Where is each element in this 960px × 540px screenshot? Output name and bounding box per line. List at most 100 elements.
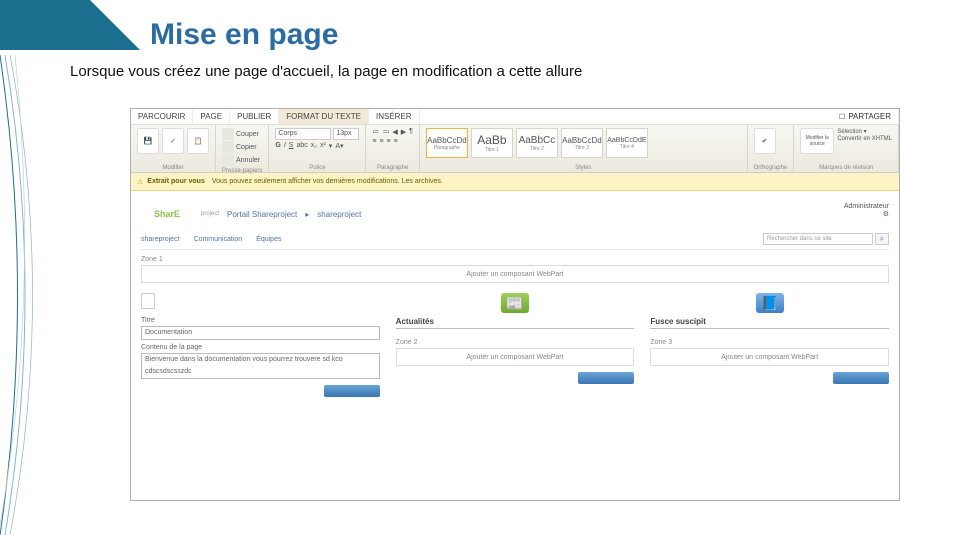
- content-field-label: Contenu de la page: [141, 344, 380, 351]
- edit-source-button[interactable]: Modifier la source: [800, 128, 834, 154]
- group-label-styles: Styles: [426, 163, 741, 171]
- column-right: 📘 Fusce suscipit Zone 3 Ajouter un compo…: [650, 293, 889, 397]
- slide-body-text: Lorsque vous créez une page d'accueil, l…: [70, 63, 582, 80]
- convert-xhtml-button[interactable]: Convertir en XHTML: [837, 136, 892, 142]
- site-navbar: shareproject Communication Équipes Reche…: [141, 229, 889, 250]
- save-button[interactable]: 💾: [137, 128, 159, 154]
- bullets-button[interactable]: ≔: [372, 128, 379, 136]
- settings-icon[interactable]: ⚙: [883, 211, 889, 218]
- search-input[interactable]: Rechercher dans ce site: [763, 233, 873, 245]
- cut-icon[interactable]: [222, 128, 234, 140]
- tab-parcourir[interactable]: PARCOURIR: [131, 109, 193, 124]
- ribbon-group-paragraph: ≔ ≕ ◀ ▶ ¶ ≡ ≡ ≡ ≡ Paragraphe: [366, 125, 420, 172]
- slide-title: Mise en page: [150, 18, 338, 52]
- nav-communication[interactable]: Communication: [194, 236, 243, 243]
- cut-label: Couper: [236, 131, 259, 138]
- ltr-button[interactable]: ¶: [409, 128, 413, 136]
- search-button[interactable]: ⌕: [875, 233, 889, 245]
- group-label-font: Police: [275, 163, 359, 171]
- breadcrumb-sep: ▸: [305, 210, 309, 219]
- bold-button[interactable]: G: [275, 142, 280, 150]
- checkin-button[interactable]: ✓: [162, 128, 184, 154]
- strike-button[interactable]: abc: [296, 142, 307, 150]
- ribbon-group-font: Corps 13px G I S abc x₂ x² ▾ A▾ Police: [269, 125, 366, 172]
- notif-bold: Extrait pour vous: [147, 178, 205, 185]
- group-label-clipboard: Presse-papiers: [222, 166, 262, 174]
- numbering-button[interactable]: ≕: [382, 128, 389, 136]
- ribbon-group-clipboard: Couper Copier Annuler Presse-papiers: [216, 125, 269, 172]
- zone1-label: Zone 1: [141, 256, 889, 263]
- fusce-title: Fusce suscipit: [650, 317, 889, 329]
- zone2-add-webpart[interactable]: Ajouter un composant WebPart: [396, 348, 635, 366]
- font-family-select[interactable]: Corps: [275, 128, 331, 140]
- actualites-title: Actualités: [396, 317, 635, 329]
- style-titre1[interactable]: AaBbTitre 1: [471, 128, 513, 158]
- ribbon-body: 💾 ✓ 📋 Modifier Couper Copier Annuler Pre…: [131, 125, 899, 173]
- style-titre3[interactable]: AaBbCcDdTitre 3: [561, 128, 603, 158]
- style-titre2[interactable]: AaBbCcTitre 2: [516, 128, 558, 158]
- checkout-notification: Extrait pour vous Vous pouvez seulement …: [131, 173, 899, 191]
- right-submit-button[interactable]: [833, 372, 889, 384]
- justify-button[interactable]: ≡: [394, 138, 398, 145]
- highlight-button[interactable]: ▾: [329, 142, 333, 150]
- undo-icon[interactable]: [222, 154, 234, 166]
- align-left-button[interactable]: ≡: [372, 138, 376, 145]
- paste-button[interactable]: 📋: [187, 128, 209, 154]
- zone3-label: Zone 3: [650, 339, 889, 346]
- selection-dropdown[interactable]: Sélection ▾: [837, 128, 892, 135]
- actualites-icon: 📰: [501, 293, 529, 313]
- indent-button[interactable]: ▶: [401, 128, 406, 136]
- align-center-button[interactable]: ≡: [379, 138, 383, 145]
- copy-icon[interactable]: [222, 141, 234, 153]
- ribbon-group-spell: ✔ Orthographe: [748, 125, 795, 172]
- spellcheck-button[interactable]: ✔: [754, 128, 776, 154]
- nav-equipes[interactable]: Équipes: [256, 236, 281, 243]
- color-button[interactable]: A▾: [335, 142, 343, 150]
- outdent-button[interactable]: ◀: [392, 128, 397, 136]
- zone2-label: Zone 2: [396, 339, 635, 346]
- font-size-select[interactable]: 13px: [333, 128, 359, 140]
- italic-button[interactable]: I: [284, 142, 286, 150]
- title-input[interactable]: Documentation: [141, 326, 380, 340]
- style-titre4[interactable]: AaBbCcDdETitre 4: [606, 128, 648, 158]
- tab-format-texte[interactable]: FORMAT DU TEXTE: [279, 109, 369, 124]
- document-icon: [141, 293, 155, 309]
- notif-text: Vous pouvez seulement afficher vos derni…: [212, 178, 443, 185]
- ribbon-group-edit: 💾 ✓ 📋 Modifier: [131, 125, 216, 172]
- ribbon-group-styles: AaBbCcDdParagraphe AaBbTitre 1 AaBbCcTit…: [420, 125, 748, 172]
- fusce-icon: 📘: [756, 293, 784, 313]
- zone1-add-webpart[interactable]: Ajouter un composant WebPart: [141, 265, 889, 283]
- logo-sub: project: [201, 211, 219, 217]
- left-submit-button[interactable]: [324, 385, 380, 397]
- underline-button[interactable]: S: [289, 142, 294, 150]
- zone3-add-webpart[interactable]: Ajouter un composant WebPart: [650, 348, 889, 366]
- tab-inserer[interactable]: INSÉRER: [369, 109, 420, 124]
- tab-publier[interactable]: PUBLIER: [230, 109, 279, 124]
- tab-page[interactable]: PAGE: [193, 109, 230, 124]
- slide-corner-accent: [0, 0, 140, 50]
- copy-label: Copier: [236, 144, 257, 151]
- middle-submit-button[interactable]: [578, 372, 634, 384]
- ribbon-group-markup: Modifier la source Sélection ▾ Convertir…: [794, 125, 899, 172]
- group-label-markup: Marques de révision: [800, 163, 892, 171]
- column-left: Titre Documentation Contenu de la page B…: [141, 293, 380, 397]
- content-textarea[interactable]: Bienvenue dans la documentation vous pou…: [141, 353, 380, 379]
- undo-label: Annuler: [236, 157, 260, 164]
- share-button[interactable]: PARTAGER: [832, 109, 899, 124]
- sup-button[interactable]: x²: [320, 142, 326, 150]
- style-paragraphe[interactable]: AaBbCcDdParagraphe: [426, 128, 468, 158]
- slide-accent-lines: [0, 55, 70, 535]
- column-middle: 📰 Actualités Zone 2 Ajouter un composant…: [396, 293, 635, 397]
- breadcrumb-portal[interactable]: Portail Shareproject: [227, 210, 297, 219]
- group-label-edit: Modifier: [137, 163, 209, 171]
- group-label-spell: Orthographe: [754, 163, 788, 171]
- align-right-button[interactable]: ≡: [387, 138, 391, 145]
- group-label-paragraph: Paragraphe: [372, 163, 413, 171]
- sub-button[interactable]: x₂: [311, 142, 317, 150]
- breadcrumb-site[interactable]: shareproject: [317, 210, 361, 219]
- ribbon-tabs: PARCOURIR PAGE PUBLIER FORMAT DU TEXTE I…: [131, 109, 899, 125]
- nav-shareproject[interactable]: shareproject: [141, 236, 180, 243]
- site-logo[interactable]: SharE: [141, 203, 193, 225]
- screenshot-container: PARCOURIR PAGE PUBLIER FORMAT DU TEXTE I…: [130, 108, 900, 501]
- user-name[interactable]: Administrateur: [809, 203, 889, 210]
